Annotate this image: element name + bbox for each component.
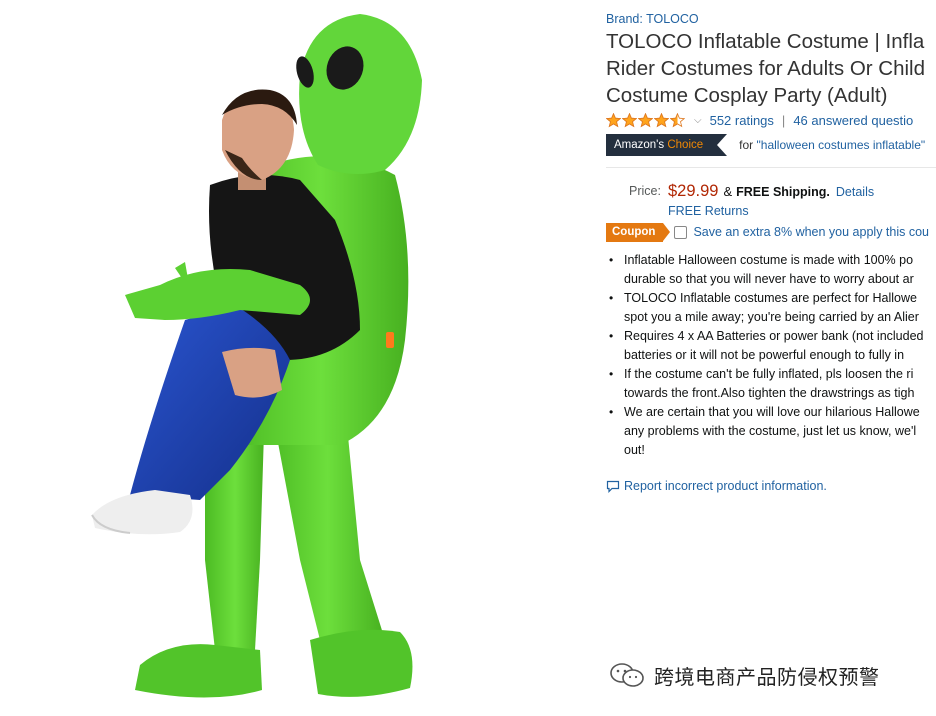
choice-badge-highlight: Choice bbox=[667, 139, 704, 151]
report-product-info-link[interactable]: Report incorrect product information. bbox=[624, 479, 827, 493]
watermark-text: 跨境电商产品防侵权预警 bbox=[654, 666, 880, 689]
feature-bullet-line: spot you a mile away; you're being carri… bbox=[624, 310, 919, 324]
price-value: $29.99 bbox=[668, 182, 719, 200]
feature-bullet-line: towards the front.Also tighten the draws… bbox=[624, 386, 915, 400]
product-title: TOLOCO Inflatable Costume | Infla Rider … bbox=[606, 28, 936, 109]
feature-bullet-line: out! bbox=[624, 443, 645, 457]
product-title-line: Rider Costumes for Adults Or Child bbox=[606, 57, 926, 80]
feature-bullet-line: We are certain that you will love our hi… bbox=[624, 405, 920, 419]
feature-bullet: If the costume can't be fully inflated, … bbox=[606, 365, 936, 403]
star-icon bbox=[606, 112, 621, 127]
product-title-line: Costume Cosplay Party (Adult) bbox=[606, 84, 888, 107]
feature-bullet-line: Inflatable Halloween costume is made wit… bbox=[624, 253, 914, 267]
brand-link[interactable]: Brand: TOLOCO bbox=[606, 12, 699, 26]
choice-badge-prefix: Amazon's bbox=[614, 139, 665, 151]
coupon-row: Coupon Save an extra 8% when you apply t… bbox=[606, 222, 929, 242]
feature-bullet: TOLOCO Inflatable costumes are perfect f… bbox=[606, 289, 936, 327]
price-ampersand: & bbox=[723, 184, 733, 199]
feature-bullet: Requires 4 x AA Batteries or power bank … bbox=[606, 327, 936, 365]
coupon-text[interactable]: Save an extra 8% when you apply this cou bbox=[693, 225, 929, 239]
feature-bullet-line: If the costume can't be fully inflated, … bbox=[624, 367, 914, 381]
star-icon bbox=[670, 112, 685, 127]
free-returns-link[interactable]: FREE Returns bbox=[668, 204, 749, 218]
feature-bullet-line: TOLOCO Inflatable costumes are perfect f… bbox=[624, 291, 917, 305]
coupon-checkbox[interactable] bbox=[674, 225, 688, 239]
star-icon bbox=[622, 112, 637, 127]
feature-bullet-line: durable so that you will never have to w… bbox=[624, 272, 914, 286]
choice-for-label: for bbox=[739, 138, 754, 152]
product-image[interactable] bbox=[0, 0, 600, 716]
ratings-count-link[interactable]: 552 ratings bbox=[710, 113, 774, 128]
watermark: 跨境电商产品防侵权预警 bbox=[608, 660, 880, 690]
price-label: Price: bbox=[629, 184, 661, 198]
star-icon bbox=[638, 112, 653, 127]
feature-bullet-line: Requires 4 x AA Batteries or power bank … bbox=[624, 329, 924, 343]
feature-bullet: We are certain that you will love our hi… bbox=[606, 403, 936, 460]
price-block: $29.99 & FREE Shipping. Details bbox=[668, 182, 874, 201]
rating-separator: | bbox=[781, 112, 786, 128]
answered-questions-link[interactable]: 46 answered questio bbox=[793, 113, 913, 128]
section-divider bbox=[606, 167, 936, 168]
product-detail-panel: Brand: TOLOCO TOLOCO Inflatable Costume … bbox=[606, 0, 936, 716]
choice-keyword-link[interactable]: "halloween costumes inflatable" bbox=[757, 138, 926, 152]
amazons-choice-row: Amazon's Choice for "halloween costumes … bbox=[606, 134, 925, 156]
rating-row: ⌵ 552 ratings | 46 answered questio bbox=[606, 111, 913, 129]
speech-bubble-icon bbox=[606, 480, 620, 493]
star-rating[interactable] bbox=[606, 112, 686, 128]
amazons-choice-badge[interactable]: Amazon's Choice bbox=[606, 134, 728, 156]
inflatable-alien-costume-photo bbox=[91, 14, 422, 698]
star-icon bbox=[654, 112, 669, 127]
feature-bullet-line: batteries or it will not be powerful eno… bbox=[624, 348, 905, 362]
product-title-line: TOLOCO Inflatable Costume | Infla bbox=[606, 30, 925, 53]
feature-bullet: Inflatable Halloween costume is made wit… bbox=[606, 251, 936, 289]
feature-bullet-line: any problems with the costume, just let … bbox=[624, 424, 917, 438]
feature-bullets: Inflatable Halloween costume is made wit… bbox=[606, 251, 936, 460]
wechat-logo-icon bbox=[610, 663, 644, 687]
report-row: Report incorrect product information. bbox=[606, 477, 827, 495]
shipping-details-link[interactable]: Details bbox=[836, 185, 874, 199]
choice-for-text: for "halloween costumes inflatable" bbox=[739, 138, 925, 152]
free-shipping-label: FREE Shipping. bbox=[736, 185, 830, 199]
coupon-badge: Coupon bbox=[606, 222, 671, 242]
chevron-down-icon[interactable]: ⌵ bbox=[694, 115, 702, 126]
